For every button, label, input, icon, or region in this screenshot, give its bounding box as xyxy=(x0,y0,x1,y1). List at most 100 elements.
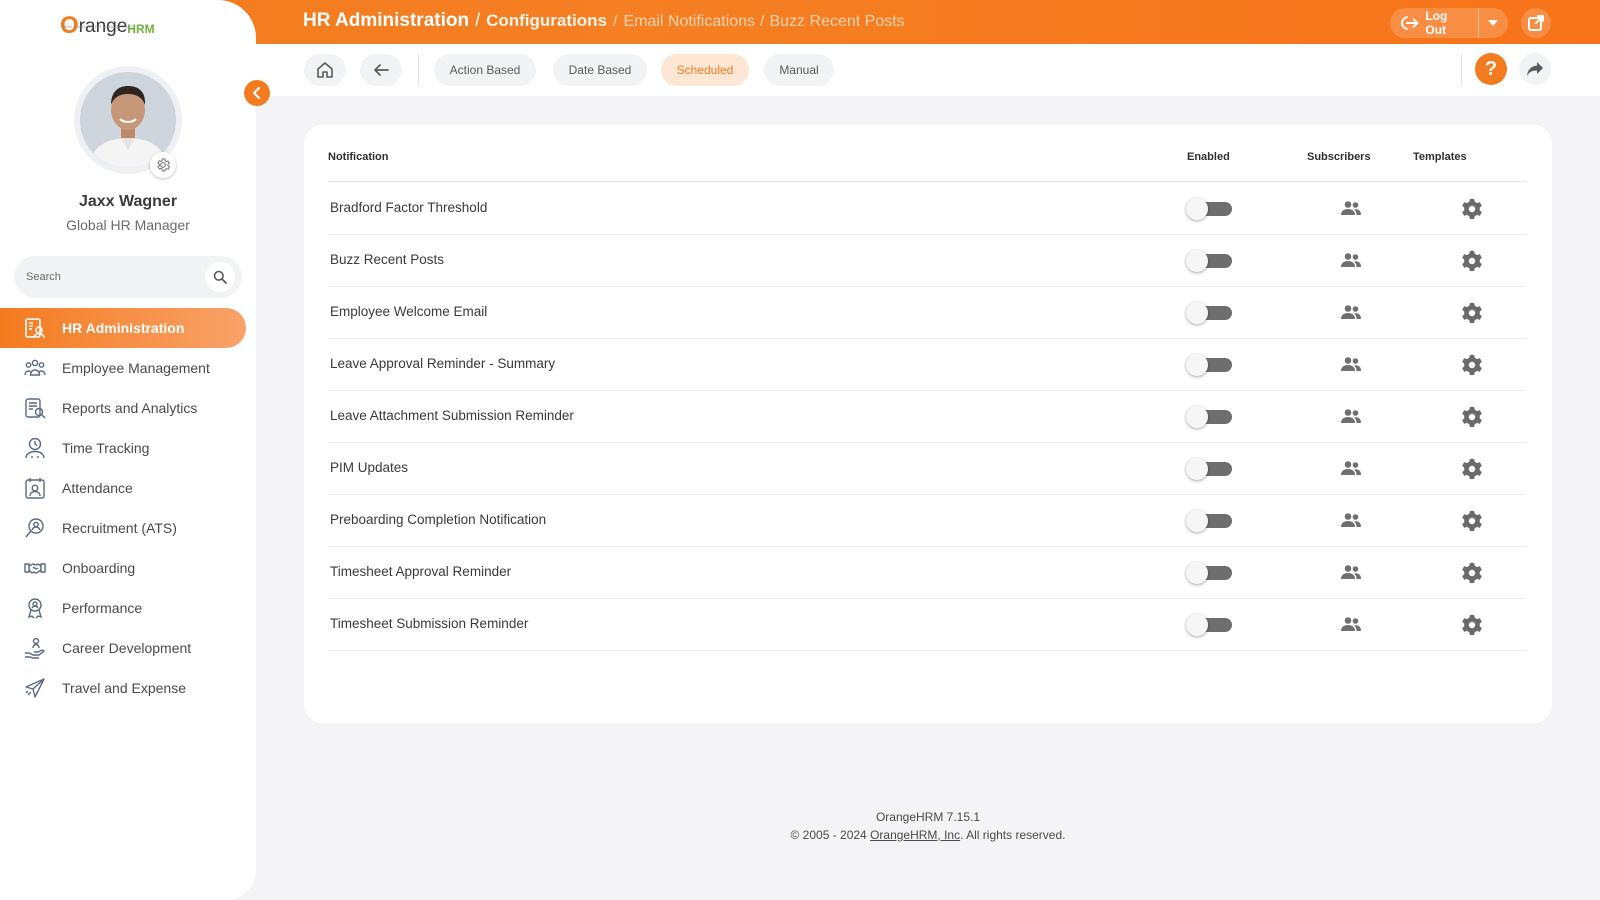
tab-action-based[interactable]: Action Based xyxy=(434,54,536,86)
sidebar-item-onboarding[interactable]: Onboarding xyxy=(0,548,256,588)
breadcrumb-page[interactable]: Email Notifications xyxy=(623,13,755,31)
enabled-toggle[interactable] xyxy=(1186,510,1232,532)
profile-settings-button[interactable] xyxy=(150,152,176,178)
notification-name: Preboarding Completion Notification xyxy=(330,512,547,527)
enabled-toggle[interactable] xyxy=(1186,354,1232,376)
subscribers-icon[interactable] xyxy=(1340,562,1362,582)
enabled-toggle[interactable] xyxy=(1186,302,1232,324)
notification-name: PIM Updates xyxy=(330,460,409,475)
notification-name: Buzz Recent Posts xyxy=(330,252,445,267)
toggle-knob xyxy=(1186,354,1208,376)
breadcrumb-separator: / xyxy=(612,13,618,30)
table-row: Timesheet Approval Reminder xyxy=(328,546,1526,599)
enabled-toggle[interactable] xyxy=(1186,406,1232,428)
enabled-toggle[interactable] xyxy=(1186,458,1232,480)
tab-date-based[interactable]: Date Based xyxy=(553,54,647,86)
subscribers-icon[interactable] xyxy=(1340,458,1362,478)
table-row: PIM Updates xyxy=(328,442,1526,495)
tab-scheduled[interactable]: Scheduled xyxy=(661,54,749,86)
search-input[interactable] xyxy=(26,268,196,286)
arrow-left-icon xyxy=(374,64,389,76)
share-icon xyxy=(1527,62,1543,76)
breadcrumb-separator: / xyxy=(760,13,765,30)
subscribers-icon[interactable] xyxy=(1340,406,1362,426)
table-row: Employee Welcome Email xyxy=(328,286,1526,339)
sidebar-item-label: Time Tracking xyxy=(62,440,150,456)
subscribers-icon[interactable] xyxy=(1340,354,1362,374)
sidebar-nav: HR Administration Employee Management Re… xyxy=(0,308,256,708)
logout-group: Log Out xyxy=(1390,8,1508,38)
sidebar-item-label: Travel and Expense xyxy=(62,680,186,696)
subscribers-icon[interactable] xyxy=(1340,614,1362,634)
logo-tagline: NEW LEVEL OF HR MANAGEMENT xyxy=(62,24,134,29)
sidebar-collapse-button[interactable] xyxy=(244,80,270,106)
logout-menu-toggle[interactable] xyxy=(1479,8,1508,38)
sidebar-item-label: Onboarding xyxy=(62,560,136,576)
enabled-toggle[interactable] xyxy=(1186,614,1232,636)
external-link-icon xyxy=(1528,15,1544,31)
share-button[interactable] xyxy=(1519,53,1551,85)
company-link[interactable]: OrangeHRM, Inc xyxy=(870,828,960,842)
orangehrm-logo[interactable]: O range HRM xyxy=(60,8,155,38)
notification-name: Employee Welcome Email xyxy=(330,304,488,319)
sidebar-item-travel-and-expense[interactable]: Travel and Expense xyxy=(0,668,256,708)
enabled-toggle[interactable] xyxy=(1186,250,1232,272)
sidebar-item-time-tracking[interactable]: Time Tracking xyxy=(0,428,256,468)
logout-button[interactable]: Log Out xyxy=(1390,8,1479,38)
templates-gear-icon[interactable] xyxy=(1460,561,1484,585)
sidebar-item-employee-management[interactable]: Employee Management xyxy=(0,348,256,388)
templates-gear-icon[interactable] xyxy=(1460,353,1484,377)
subscribers-icon[interactable] xyxy=(1340,198,1362,218)
chevron-left-icon xyxy=(252,87,261,99)
home-button[interactable] xyxy=(304,54,346,86)
column-header-subscribers: Subscribers xyxy=(1307,151,1371,163)
sidebar-item-recruitment[interactable]: Recruitment (ATS) xyxy=(0,508,256,548)
templates-gear-icon[interactable] xyxy=(1460,405,1484,429)
back-button[interactable] xyxy=(360,54,402,86)
open-external-button[interactable] xyxy=(1521,8,1551,38)
sidebar-item-label: Career Development xyxy=(62,640,192,656)
table-row: Buzz Recent Posts xyxy=(328,234,1526,287)
sidebar-item-attendance[interactable]: Attendance xyxy=(0,468,256,508)
toggle-knob xyxy=(1186,302,1208,324)
table-row: Timesheet Submission Reminder xyxy=(328,598,1526,651)
table-row: Leave Approval Reminder - Summary xyxy=(328,338,1526,391)
logo-hrm: HRM xyxy=(127,22,155,36)
toggle-knob xyxy=(1186,614,1208,636)
templates-gear-icon[interactable] xyxy=(1460,613,1484,637)
sidebar-item-reports-and-analytics[interactable]: Reports and Analytics xyxy=(0,388,256,428)
onboarding-icon xyxy=(23,556,47,580)
templates-gear-icon[interactable] xyxy=(1460,249,1484,273)
notification-name: Bradford Factor Threshold xyxy=(330,200,488,215)
search-button[interactable] xyxy=(205,262,235,292)
subscribers-icon[interactable] xyxy=(1340,250,1362,270)
help-button[interactable]: ? xyxy=(1475,53,1507,85)
divider xyxy=(1461,54,1462,86)
toggle-knob xyxy=(1186,510,1208,532)
breadcrumb-section[interactable]: Configurations xyxy=(486,11,607,31)
travel-icon xyxy=(23,676,47,700)
breadcrumb-current: Buzz Recent Posts xyxy=(769,13,905,30)
templates-gear-icon[interactable] xyxy=(1460,301,1484,325)
subscribers-icon[interactable] xyxy=(1340,510,1362,530)
reports-icon xyxy=(23,396,47,420)
column-header-enabled: Enabled xyxy=(1187,151,1230,163)
enabled-toggle[interactable] xyxy=(1186,198,1232,220)
subscribers-icon[interactable] xyxy=(1340,302,1362,322)
enabled-toggle[interactable] xyxy=(1186,562,1232,584)
sidebar-item-hr-administration[interactable]: HR Administration xyxy=(0,308,246,348)
copyright-prefix: © 2005 - 2024 xyxy=(790,828,871,842)
sidebar: O range HRM NEW LEVEL OF HR MANAGEMENT J… xyxy=(0,0,256,900)
column-header-templates: Templates xyxy=(1413,151,1467,163)
tab-manual[interactable]: Manual xyxy=(764,54,834,86)
templates-gear-icon[interactable] xyxy=(1460,509,1484,533)
templates-gear-icon[interactable] xyxy=(1460,197,1484,221)
templates-gear-icon[interactable] xyxy=(1460,457,1484,481)
breadcrumb-module[interactable]: HR Administration xyxy=(303,10,469,32)
sidebar-item-career-development[interactable]: Career Development xyxy=(0,628,256,668)
attendance-icon xyxy=(23,476,47,500)
toggle-knob xyxy=(1186,198,1208,220)
search-icon xyxy=(213,270,227,284)
sidebar-item-performance[interactable]: Performance xyxy=(0,588,256,628)
sub-header: Action Based Date Based Scheduled Manual xyxy=(256,44,1600,96)
